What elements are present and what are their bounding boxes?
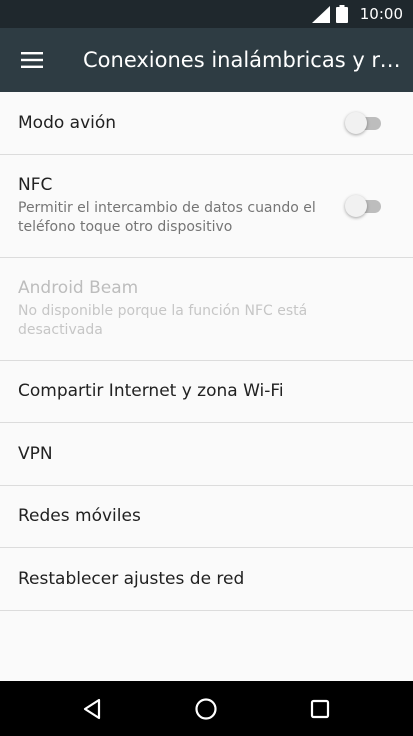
back-triangle-icon xyxy=(83,698,101,719)
home-button[interactable] xyxy=(176,681,236,736)
setting-title: Restablecer ajustes de red xyxy=(18,568,245,589)
setting-summary: No disponible porque la función NFC está… xyxy=(18,302,308,338)
signal-icon xyxy=(311,5,330,23)
setting-nfc[interactable]: NFC Permitir el intercambio de datos cua… xyxy=(0,155,413,258)
nfc-toggle[interactable] xyxy=(345,194,383,217)
setting-title: Modo avión xyxy=(18,112,117,133)
page-title: Conexiones inalámbricas y re... xyxy=(83,48,401,72)
settings-list: Modo avión NFC Permitir el intercambio d… xyxy=(0,92,413,611)
toggle-thumb xyxy=(345,194,367,217)
setting-title: Android Beam xyxy=(18,277,139,298)
setting-airplane-mode[interactable]: Modo avión xyxy=(0,92,413,155)
back-button[interactable] xyxy=(62,681,122,736)
setting-reset-network[interactable]: Restablecer ajustes de red xyxy=(0,548,413,611)
setting-mobile-networks[interactable]: Redes móviles xyxy=(0,486,413,548)
recents-square-icon xyxy=(310,699,330,718)
status-bar: 10:00 xyxy=(0,0,413,28)
airplane-mode-toggle[interactable] xyxy=(345,112,383,134)
setting-summary: Permitir el intercambio de datos cuando … xyxy=(18,199,316,235)
app-bar: Conexiones inalámbricas y re... xyxy=(0,28,413,92)
recents-button[interactable] xyxy=(290,681,350,736)
setting-android-beam: Android Beam No disponible porque la fun… xyxy=(0,258,413,361)
setting-title: Compartir Internet y zona Wi-Fi xyxy=(18,381,284,402)
hamburger-menu-icon xyxy=(21,52,43,68)
home-circle-icon xyxy=(195,697,217,720)
menu-button[interactable] xyxy=(12,40,52,80)
toggle-thumb xyxy=(345,112,367,134)
setting-vpn[interactable]: VPN xyxy=(0,423,413,486)
setting-title: VPN xyxy=(18,443,53,464)
setting-title: Redes móviles xyxy=(18,506,141,527)
navigation-bar xyxy=(0,681,413,736)
battery-icon xyxy=(335,5,348,23)
setting-tethering[interactable]: Compartir Internet y zona Wi-Fi xyxy=(0,361,413,423)
status-time: 10:00 xyxy=(359,5,403,23)
setting-title: NFC xyxy=(18,174,53,195)
